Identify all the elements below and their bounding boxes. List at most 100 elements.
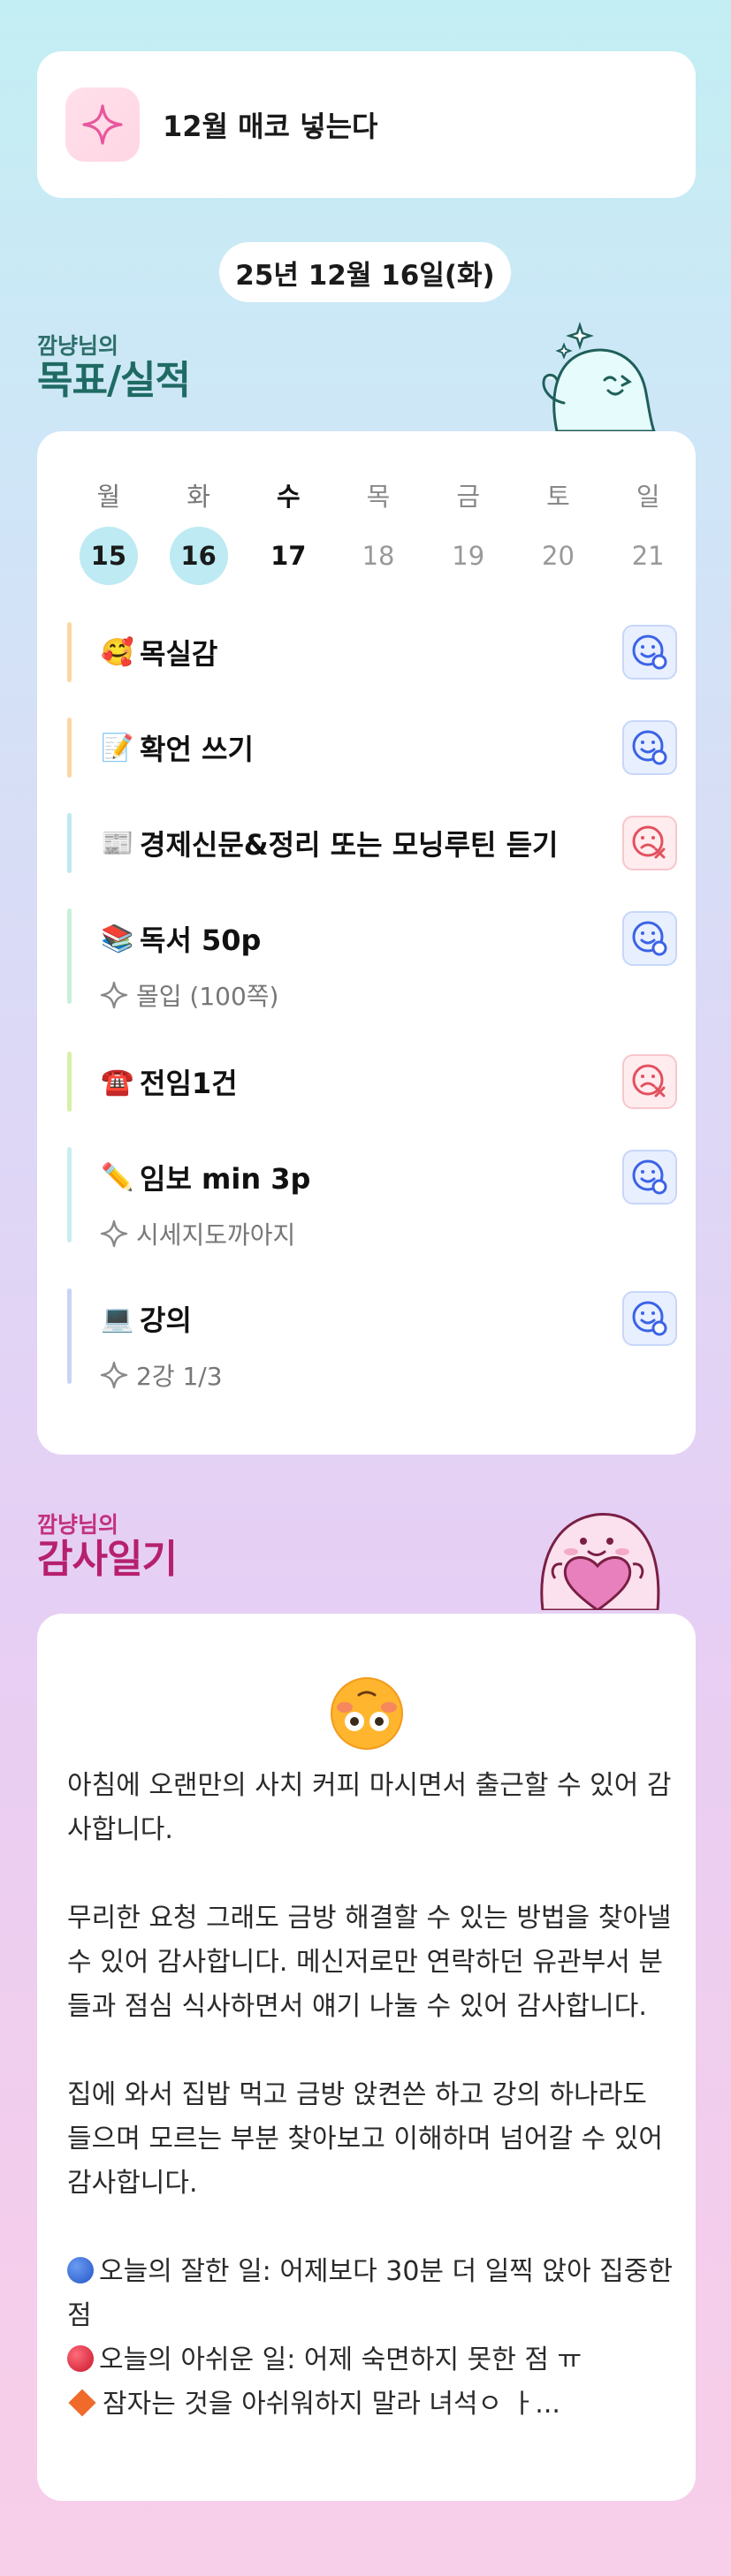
- task-item[interactable]: 💻 강의 2강 1/3: [67, 1288, 677, 1391]
- task-item[interactable]: 🥰 목실감: [67, 622, 677, 682]
- status-fail-button[interactable]: [622, 1054, 677, 1109]
- sparkle-icon: [100, 1220, 128, 1248]
- day-number: 21: [631, 541, 665, 571]
- diary-good-line: 오늘의 잘한 일: 어제보다 30분 더 일찍 앉아 집중한 점: [67, 2250, 677, 2338]
- orange-diamond-icon: [68, 2389, 96, 2417]
- task-item[interactable]: 📝 확언 쓰기: [67, 718, 677, 778]
- day-number: 17: [270, 541, 307, 571]
- smile-check-icon: [632, 1159, 667, 1195]
- day-name: 목: [366, 482, 391, 512]
- task-sub-label: 시세지도까아지: [136, 1220, 296, 1250]
- task-sub-label: 몰입 (100쪽): [136, 982, 279, 1011]
- task-label: 경제신문&정리 또는 모닝루틴 듣기: [140, 828, 559, 862]
- task-item[interactable]: ☎️ 전임1건: [67, 1052, 677, 1112]
- status-done-button[interactable]: [622, 720, 677, 775]
- goals-section-title: 깜냥님의 목표/실적: [37, 329, 191, 403]
- sad-x-icon: [632, 825, 666, 859]
- status-done-button[interactable]: [622, 625, 677, 680]
- day-sat[interactable]: 토 20: [514, 479, 604, 585]
- day-number: 15: [79, 527, 138, 585]
- task-color-bar: [67, 908, 72, 1004]
- day-name: 수: [276, 482, 301, 512]
- task-emoji-icon: 📰: [101, 827, 134, 859]
- task-emoji-icon: ✏️: [101, 1161, 134, 1193]
- thanks-title: 감사일기: [37, 1537, 178, 1582]
- day-name: 일: [636, 482, 660, 512]
- day-name: 금: [456, 482, 481, 512]
- sparkle-icon: [100, 1361, 128, 1389]
- day-name: 화: [187, 482, 210, 512]
- status-done-button[interactable]: [622, 1291, 677, 1346]
- diary-paragraph: 집에 와서 집밥 먹고 금방 앉켠쓴 하고 강의 하나라도 들으며 모르는 부분…: [67, 2079, 663, 2199]
- smile-check-icon: [632, 1301, 667, 1336]
- day-mon[interactable]: 월 15: [64, 479, 154, 585]
- task-emoji-icon: 💻: [101, 1303, 134, 1334]
- goals-card: 월 15 화 16 수 17 목 18 금 19 토 20 일 21 🥰 목실감…: [37, 431, 696, 1455]
- diary-bad: 오늘의 아쉬운 일: 어제 숙면하지 못한 점 ㅠ: [99, 2344, 583, 2375]
- task-label: 목실감: [140, 637, 218, 671]
- day-wed[interactable]: 수 17: [243, 479, 333, 585]
- task-label: 임보 min 3p: [140, 1162, 311, 1196]
- task-item[interactable]: 📚 독서 50p 몰입 (100쪽): [67, 908, 677, 1011]
- task-emoji-icon: ☎️: [101, 1066, 134, 1098]
- task-emoji-icon: 📚: [101, 923, 134, 954]
- status-done-button[interactable]: [622, 1150, 677, 1204]
- diary-paragraph: 무리한 요청 그래도 금방 해결할 수 있는 방법을 찾아낼 수 있어 감사합니…: [67, 1903, 672, 2022]
- upside-down-flushed-face-icon: [331, 1677, 403, 1750]
- blue-circle-icon: [67, 2257, 94, 2283]
- day-number: 19: [452, 541, 485, 571]
- task-sub: 몰입 (100쪽): [99, 977, 278, 1013]
- task-label: 강의: [140, 1303, 192, 1337]
- goal-text: 12월 매코 넣는다: [163, 110, 378, 143]
- smile-check-icon: [632, 921, 667, 956]
- task-sub-label: 2강 1/3: [136, 1362, 223, 1391]
- diary-note-line: 잠자는 것을 아쉬워하지 말라 녀석ㅇ ㅏ...: [67, 2382, 677, 2427]
- task-sub: 2강 1/3: [99, 1357, 223, 1393]
- diary-good: 오늘의 잘한 일: 어제보다 30분 더 일찍 앉아 집중한 점: [67, 2256, 673, 2331]
- diary-text: 아침에 오랜만의 사치 커피 마시면서 출근할 수 있어 감사합니다. 무리한 …: [67, 1764, 677, 2427]
- red-circle-icon: [67, 2345, 94, 2372]
- day-number: 18: [362, 541, 395, 571]
- day-thu[interactable]: 목 18: [333, 479, 423, 585]
- date-selector[interactable]: 25년 12월 16일(화): [219, 242, 511, 302]
- status-done-button[interactable]: [622, 911, 677, 966]
- day-number: 16: [169, 527, 228, 585]
- goals-title: 목표/실적: [37, 358, 191, 403]
- week-calendar: 월 15 화 16 수 17 목 18 금 19 토 20 일 21: [64, 479, 693, 585]
- task-color-bar: [67, 718, 72, 778]
- task-color-bar: [67, 813, 72, 873]
- task-sub: 시세지도까아지: [99, 1216, 295, 1251]
- task-emoji-icon: 🥰: [101, 636, 134, 668]
- task-emoji-icon: 📝: [101, 732, 134, 764]
- day-number: 20: [542, 541, 575, 571]
- day-fri[interactable]: 금 19: [423, 479, 514, 585]
- task-label: 확언 쓰기: [140, 733, 254, 766]
- day-name: 토: [546, 482, 570, 512]
- goal-card[interactable]: 12월 매코 넣는다: [37, 51, 696, 198]
- heart-mascot-icon: [540, 1512, 660, 1610]
- task-color-bar: [67, 1052, 72, 1112]
- diary-note: 잠자는 것을 아쉬워하지 말라 녀석ㅇ ㅏ...: [103, 2389, 560, 2420]
- task-color-bar: [67, 1147, 72, 1242]
- task-color-bar: [67, 622, 72, 682]
- diary-paragraph: 아침에 오랜만의 사치 커피 마시면서 출근할 수 있어 감사합니다.: [67, 1770, 672, 1845]
- task-item[interactable]: 📰 경제신문&정리 또는 모닝루틴 듣기: [67, 813, 677, 873]
- day-sun[interactable]: 일 21: [603, 479, 693, 585]
- status-fail-button[interactable]: [622, 816, 677, 870]
- thanks-section-title: 깜냥님의 감사일기: [37, 1508, 178, 1582]
- diary-bad-line: 오늘의 아쉬운 일: 어제 숙면하지 못한 점 ㅠ: [67, 2338, 677, 2382]
- smile-check-icon: [632, 730, 667, 765]
- task-item[interactable]: ✏️ 임보 min 3p 시세지도까아지: [67, 1147, 677, 1250]
- day-tue[interactable]: 화 16: [154, 479, 244, 585]
- day-name: 월: [96, 482, 121, 512]
- task-color-bar: [67, 1288, 72, 1384]
- task-label: 전임1건: [140, 1067, 238, 1100]
- thanks-owner: 깜냥님의: [37, 1512, 119, 1538]
- smile-check-icon: [632, 635, 667, 670]
- sparkle-icon: [65, 87, 140, 162]
- goals-owner: 깜냥님의: [37, 333, 119, 359]
- task-label: 독서 50p: [140, 923, 262, 957]
- ghost-mascot-icon: [542, 322, 657, 433]
- sparkle-icon: [100, 981, 128, 1009]
- sad-x-icon: [632, 1064, 666, 1098]
